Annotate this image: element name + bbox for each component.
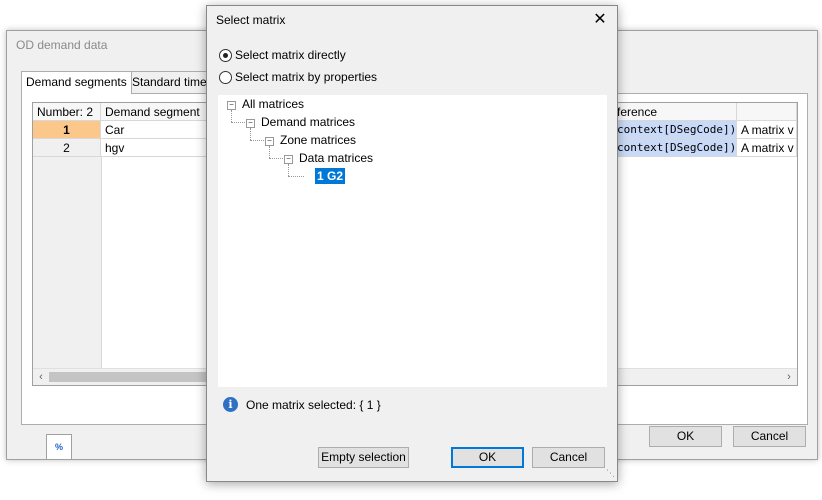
cell-segment-2[interactable]: hgv bbox=[101, 139, 221, 157]
radio-select-directly-label: Select matrix directly bbox=[235, 48, 346, 62]
close-icon[interactable]: ✕ bbox=[589, 9, 611, 31]
scroll-left-icon[interactable]: ‹ bbox=[34, 370, 48, 384]
cell-reference-1[interactable]: context[DSegCode]) bbox=[613, 121, 737, 139]
header-number[interactable]: Number: 2 bbox=[33, 103, 101, 121]
scrollbar-thumb[interactable] bbox=[49, 372, 209, 382]
radio-checked-icon bbox=[219, 48, 232, 62]
resize-grip-icon[interactable]: ⋱ bbox=[606, 468, 615, 479]
collapse-icon[interactable]: − bbox=[246, 119, 255, 128]
header-extra[interactable] bbox=[737, 103, 797, 121]
cancel-button[interactable]: Cancel bbox=[532, 447, 605, 468]
collapse-icon[interactable]: − bbox=[284, 155, 293, 164]
matrix-tree[interactable]: − All matrices − Demand matrices − Zone … bbox=[218, 95, 607, 387]
ok-button[interactable]: OK bbox=[451, 447, 524, 468]
radio-select-by-properties[interactable]: Select matrix by properties bbox=[219, 70, 377, 84]
radio-unchecked-icon bbox=[219, 70, 232, 84]
collapse-icon[interactable]: − bbox=[227, 101, 236, 110]
header-demand-segment[interactable]: Demand segment bbox=[101, 103, 221, 121]
tree-node-all-matrices[interactable]: All matrices bbox=[242, 96, 304, 112]
tree-node-data-matrices[interactable]: Data matrices bbox=[299, 150, 373, 166]
select-matrix-dialog: Select matrix ✕ Select matrix directly S… bbox=[206, 5, 618, 482]
collapse-icon[interactable]: − bbox=[265, 137, 274, 146]
scroll-right-icon[interactable]: › bbox=[782, 370, 796, 384]
selection-info: i One matrix selected: { 1 } bbox=[223, 397, 381, 412]
window-title: OD demand data bbox=[16, 38, 108, 52]
row-number-1[interactable]: 1 bbox=[33, 121, 101, 139]
header-reference[interactable]: ference bbox=[613, 103, 737, 121]
percent-matrix-icon: % bbox=[54, 442, 63, 452]
radio-select-directly[interactable]: Select matrix directly bbox=[219, 48, 346, 62]
empty-selection-button[interactable]: Empty selection bbox=[318, 447, 409, 468]
percent-matrix-button[interactable]: % bbox=[46, 434, 72, 460]
bg-cancel-button[interactable]: Cancel bbox=[733, 426, 806, 447]
tree-node-demand-matrices[interactable]: Demand matrices bbox=[261, 114, 355, 130]
selection-info-text: One matrix selected: { 1 } bbox=[246, 397, 381, 412]
cell-reference-2[interactable]: context[DSegCode]) bbox=[613, 139, 737, 157]
row-number-2[interactable]: 2 bbox=[33, 139, 101, 157]
tab-demand-segments[interactable]: Demand segments bbox=[21, 71, 132, 94]
info-icon: i bbox=[223, 397, 238, 412]
bg-ok-button[interactable]: OK bbox=[649, 426, 722, 447]
cell-extra-2[interactable]: A matrix v bbox=[737, 139, 797, 157]
dialog-title: Select matrix bbox=[216, 13, 286, 27]
cell-segment-1[interactable]: Car bbox=[101, 121, 221, 139]
row-header-column bbox=[33, 157, 102, 369]
tree-node-matrix-1-g2[interactable]: 1 G2 bbox=[315, 168, 346, 184]
cell-extra-1[interactable]: A matrix v bbox=[737, 121, 797, 139]
tree-node-zone-matrices[interactable]: Zone matrices bbox=[280, 132, 356, 148]
radio-select-by-properties-label: Select matrix by properties bbox=[235, 70, 378, 84]
